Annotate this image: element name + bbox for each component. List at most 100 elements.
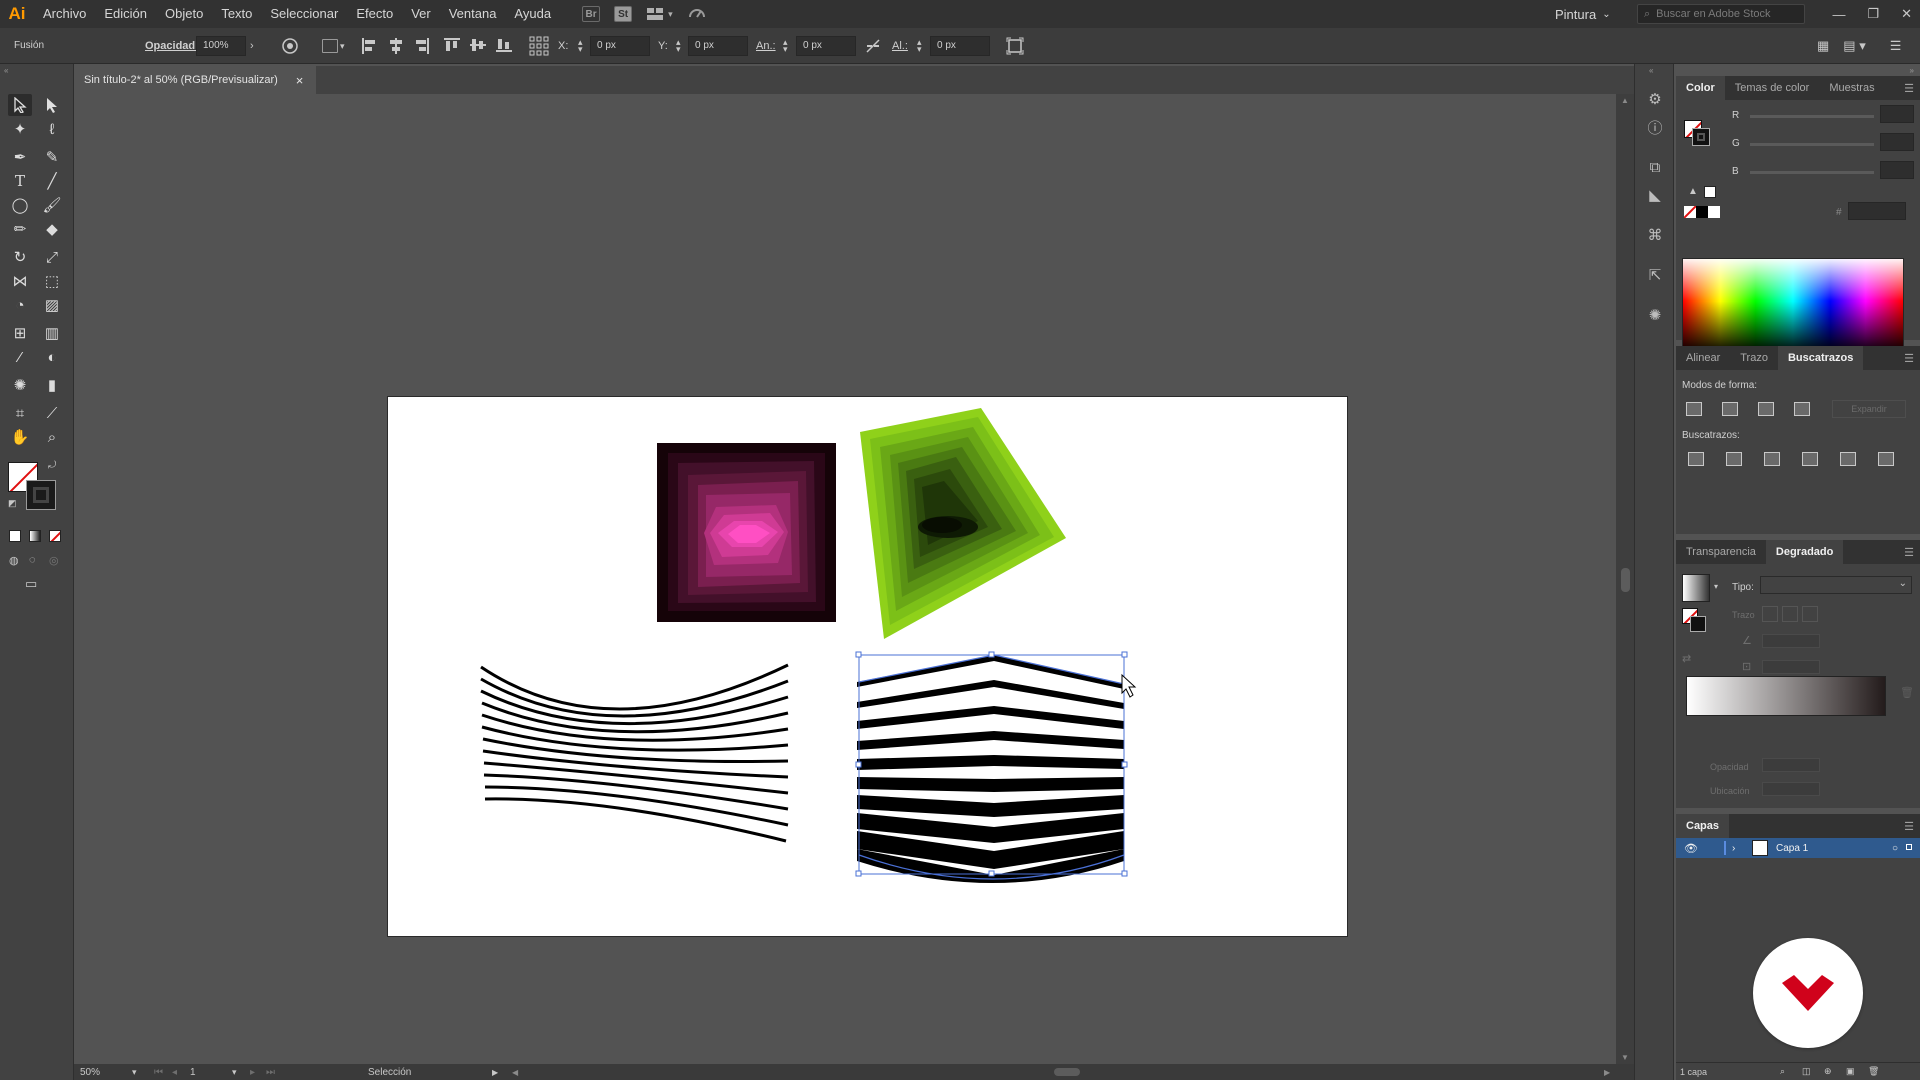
magic-wand-tool[interactable]: ✦ [8, 118, 32, 140]
scroll-down-icon[interactable]: ▼ [1621, 1053, 1629, 1062]
more-menu-icon[interactable]: ☰ [1890, 38, 1902, 54]
scroll-up-icon[interactable]: ▲ [1621, 96, 1629, 105]
tab-pathfinder[interactable]: Buscatrazos [1777, 346, 1864, 370]
gradient-opacity-input[interactable] [1762, 758, 1820, 772]
trim-button[interactable] [1726, 452, 1742, 466]
tab-transparency[interactable]: Transparencia [1676, 540, 1766, 564]
align-left-icon[interactable] [361, 37, 377, 55]
vertical-scrollbar[interactable]: ▲ ▼ [1616, 94, 1634, 1064]
constrain-proportions-icon[interactable] [864, 38, 882, 54]
gradient-tool[interactable]: ▥ [40, 322, 64, 344]
close-tab-icon[interactable]: × [296, 73, 304, 88]
artboard[interactable] [387, 396, 1348, 937]
hex-input[interactable] [1848, 202, 1906, 220]
tab-layers[interactable]: Capas [1676, 814, 1730, 838]
zoom-chevron-icon[interactable]: ▾ [132, 1067, 137, 1078]
prev-artboard-icon[interactable]: ◂ [172, 1067, 177, 1078]
gradient-mode-button[interactable] [29, 530, 41, 542]
perspective-grid-tool[interactable]: ▨ [40, 294, 64, 316]
gradient-aspect-input[interactable] [1762, 660, 1820, 674]
slice-tool[interactable]: ⟋ [40, 402, 64, 424]
tab-gradient[interactable]: Degradado [1765, 540, 1844, 564]
crop-button[interactable] [1802, 452, 1818, 466]
menu-ventana[interactable]: Ventana [440, 0, 506, 28]
menu-edicion[interactable]: Edición [95, 0, 156, 28]
divide-button[interactable] [1688, 452, 1704, 466]
menu-objeto[interactable]: Objeto [156, 0, 212, 28]
menu-ver[interactable]: Ver [402, 0, 440, 28]
rotate-tool[interactable]: ↻ [8, 246, 32, 268]
minimize-icon[interactable]: — [1832, 7, 1845, 22]
pen-tool[interactable]: ✒ [8, 146, 32, 168]
lasso-tool[interactable]: ℓ [40, 118, 64, 140]
gradient-panel-menu-icon[interactable]: ☰ [1904, 546, 1914, 559]
close-window-icon[interactable]: ✕ [1901, 6, 1912, 22]
black-color-swatch[interactable] [1696, 206, 1708, 218]
y-stepper-icon[interactable]: ▴ ▾ [676, 37, 681, 53]
symbol-sprayer-tool[interactable]: ✺ [8, 374, 32, 396]
grid-view-icon[interactable]: ▦ [1817, 38, 1829, 54]
draw-behind-icon[interactable]: ◌ [29, 554, 36, 566]
graphic-styles-icon[interactable]: ◣ [1646, 186, 1664, 204]
menu-archivo[interactable]: Archivo [34, 0, 95, 28]
intersect-button[interactable] [1758, 402, 1774, 416]
horizontal-scroll-thumb[interactable] [1054, 1068, 1080, 1076]
eyedropper-tool[interactable]: ⁄ [8, 346, 32, 368]
next-artboard-icon[interactable]: ▸ [250, 1067, 255, 1078]
isolate-object-icon[interactable] [1006, 37, 1024, 55]
none-mode-button[interactable] [49, 530, 61, 542]
direct-selection-tool[interactable] [40, 94, 64, 116]
color-mode-button[interactable] [9, 530, 21, 542]
layer-target-icon[interactable]: ○ [1892, 843, 1898, 854]
last-artboard-icon[interactable]: ⏭ [266, 1067, 275, 1078]
layer-name[interactable]: Capa 1 [1776, 843, 1808, 854]
tab-stroke[interactable]: Trazo [1730, 346, 1778, 370]
delete-layer-icon[interactable]: 🗑 [1868, 1066, 1879, 1077]
restore-icon[interactable]: ❐ [1867, 6, 1879, 22]
scroll-left-icon[interactable]: ◀ [512, 1068, 518, 1077]
color-spectrum[interactable] [1682, 258, 1904, 354]
outline-button[interactable] [1840, 452, 1856, 466]
curvature-tool[interactable]: ✎ [40, 146, 64, 168]
stroke-swatch[interactable] [26, 480, 56, 510]
panel-layout-icon[interactable]: ▤ ▾ [1843, 38, 1865, 54]
new-sublayer-icon[interactable]: ⊕ [1824, 1066, 1832, 1077]
tab-color[interactable]: Color [1676, 76, 1725, 100]
gradient-type-select[interactable]: ⌄ [1760, 576, 1912, 594]
menu-efecto[interactable]: Efecto [347, 0, 402, 28]
height-input[interactable]: 0 px [930, 35, 990, 56]
tools-collapse-icon[interactable]: « [4, 66, 8, 75]
screen-mode-icon[interactable]: ▭ [25, 576, 37, 592]
zoom-level[interactable]: 50% [80, 1067, 100, 1078]
minus-back-button[interactable] [1878, 452, 1894, 466]
layer-selection-indicator[interactable] [1906, 844, 1912, 850]
align-to-icon[interactable]: ▾ [322, 39, 345, 53]
width-tool[interactable]: ⋈ [8, 270, 32, 292]
expand-button[interactable]: Expandir [1832, 400, 1906, 418]
workspace-switcher[interactable]: Pintura ⌄ [1555, 0, 1611, 28]
r-channel-slider[interactable] [1750, 115, 1874, 118]
pathfinder-panel-menu-icon[interactable]: ☰ [1904, 352, 1914, 365]
panel-stroke-swatch[interactable] [1692, 128, 1710, 146]
unite-button[interactable] [1686, 402, 1702, 416]
width-stepper-icon[interactable]: ▴ ▾ [783, 37, 788, 53]
menu-seleccionar[interactable]: Seleccionar [261, 0, 347, 28]
gradient-angle-input[interactable] [1762, 634, 1820, 648]
stock-search-input[interactable]: ⌕ Buscar en Adobe Stock [1637, 4, 1805, 24]
arrange-panels-icon[interactable]: ▦ ▤ ▾ ☰ [1817, 38, 1901, 54]
panels-collapse-icon[interactable]: » [1910, 66, 1914, 75]
transform-panel-icon[interactable]: ⧉ [1646, 158, 1664, 176]
transform-reference-icon[interactable] [529, 36, 549, 56]
export-panel-icon[interactable]: ⇱ [1646, 266, 1664, 284]
artboard-tool[interactable]: ⌗ [8, 402, 32, 424]
selection-tool[interactable] [8, 94, 32, 116]
new-layer-icon[interactable]: ▣ [1846, 1066, 1855, 1077]
type-tool[interactable]: T [8, 170, 32, 192]
opacity-expand-icon[interactable]: › [250, 40, 254, 52]
eraser-tool[interactable]: ◆ [40, 218, 64, 240]
stroke-gradient-options[interactable] [1762, 606, 1818, 622]
hand-tool[interactable]: ✋ [8, 426, 32, 448]
tab-swatches[interactable]: Muestras [1819, 76, 1884, 100]
tab-color-themes[interactable]: Temas de color [1725, 76, 1820, 100]
color-panel-menu-icon[interactable]: ☰ [1904, 82, 1914, 95]
